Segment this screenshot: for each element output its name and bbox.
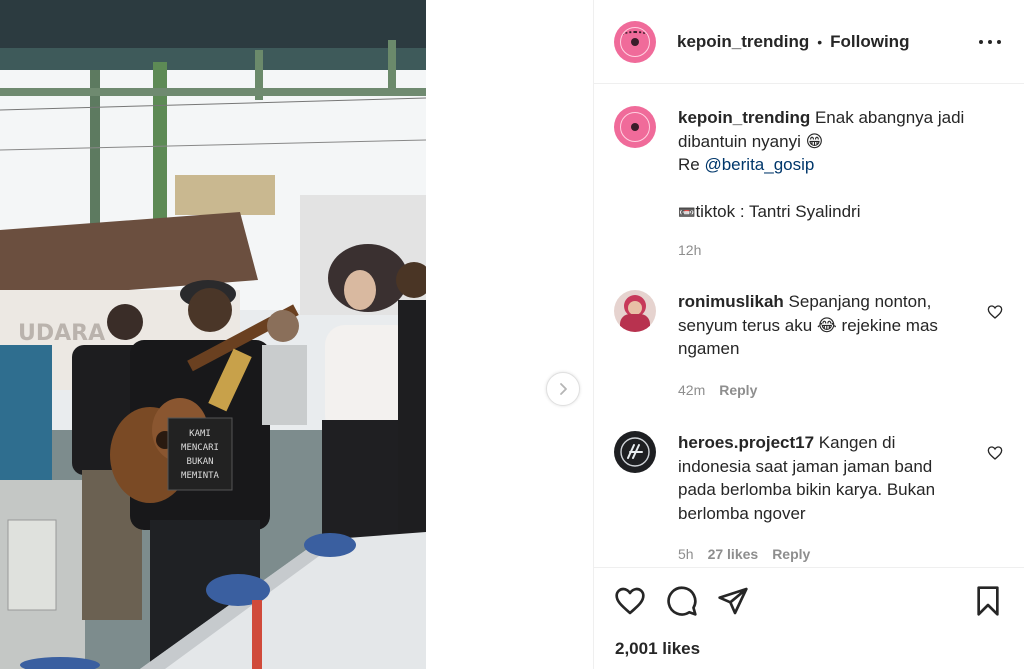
- header-separator: •: [817, 33, 823, 50]
- comments-section[interactable]: kepoin_trending Enak abangnya jadi diban…: [594, 85, 1024, 565]
- caption-text-2: dibantuin nyanyi: [678, 131, 801, 151]
- comment-likes-count[interactable]: 27 likes: [708, 543, 759, 565]
- more-horizontal-icon: [979, 39, 983, 44]
- comment-timestamp[interactable]: 42m: [678, 379, 705, 403]
- post-video[interactable]: KAMI MENCARI BUKAN MEMINTA UDARA: [0, 0, 426, 669]
- bookmark-icon[interactable]: [972, 585, 1004, 617]
- comment-text-4: berlomba ngover: [678, 503, 806, 523]
- comment-text-1: Sepanjang nonton,: [788, 292, 932, 311]
- author-avatar[interactable]: [614, 20, 656, 63]
- media-gutter: [426, 0, 593, 669]
- logo-icon: [620, 437, 650, 467]
- more-options-button[interactable]: [976, 32, 1004, 52]
- shirt-text-1: KAMI: [189, 429, 211, 439]
- caption-timestamp[interactable]: 12h: [678, 239, 701, 263]
- repost-handle-link[interactable]: @berita_gosip: [704, 155, 814, 174]
- author-username[interactable]: kepoin_trending: [677, 32, 809, 52]
- shirt-text-3: BUKAN: [186, 457, 213, 467]
- caption-emoji: 😁: [805, 131, 824, 151]
- caption: kepoin_trending Enak abangnya jadi diban…: [614, 106, 1009, 262]
- comment-text-3: pada berlomba bikin karya. Bukan: [678, 480, 936, 499]
- comment-like-heart-icon[interactable]: [987, 445, 1003, 461]
- caption-text-1: Enak abangnya jadi: [814, 108, 965, 127]
- shirt-text-2: MENCARI: [181, 443, 219, 453]
- comment-timestamp[interactable]: 5h: [678, 543, 694, 565]
- comment-text-2: indonesia saat jaman jaman band: [678, 456, 933, 476]
- next-media-button[interactable]: [546, 372, 580, 406]
- heart-icon[interactable]: [614, 585, 646, 617]
- comment-item: heroes.project17 Kangen di indonesia saa…: [614, 431, 1009, 565]
- post-header: kepoin_trending • Following: [594, 0, 1024, 84]
- likes-count[interactable]: 2,001 likes: [615, 639, 700, 659]
- reply-button[interactable]: Reply: [772, 543, 810, 565]
- commenter-avatar[interactable]: [614, 290, 656, 332]
- comment-text-3: rejekine mas: [841, 315, 938, 335]
- post-actions-bar: 2,001 likes: [594, 567, 1024, 669]
- comment-text-4: ngamen: [678, 339, 740, 358]
- comment-text-2: senyum terus aku: [678, 315, 813, 335]
- comment-icon[interactable]: [666, 585, 698, 617]
- chevron-right-icon: [560, 383, 567, 395]
- post-details-panel: kepoin_trending • Following kepoin_trend…: [593, 0, 1024, 669]
- commenter-avatar[interactable]: [614, 431, 656, 473]
- repost-prefix: Re: [678, 155, 700, 174]
- shirt-text-4: MEMINTA: [181, 471, 220, 481]
- comment-like-heart-icon[interactable]: [987, 304, 1003, 320]
- comment-item: ronimuslikah Sepanjang nonton, senyum te…: [614, 290, 1009, 402]
- send-icon[interactable]: [717, 585, 749, 617]
- following-button[interactable]: Following: [830, 32, 909, 52]
- comment-emoji: 😂: [816, 315, 837, 335]
- source-credit: tiktok : Tantri Syalindri: [695, 202, 861, 221]
- commenter-username[interactable]: ronimuslikah: [678, 292, 784, 311]
- caption-author-avatar[interactable]: [614, 106, 656, 148]
- commenter-username[interactable]: heroes.project17: [678, 433, 814, 452]
- shop-sign-text: UDARA: [18, 321, 105, 346]
- instagram-post-view: KAMI MENCARI BUKAN MEMINTA UDARA kepoin_…: [0, 0, 1024, 669]
- reply-button[interactable]: Reply: [719, 379, 757, 403]
- caption-username[interactable]: kepoin_trending: [678, 108, 810, 127]
- video-frame: KAMI MENCARI BUKAN MEMINTA UDARA: [0, 0, 426, 669]
- comment-text-1: Kangen di: [818, 433, 896, 452]
- videocassette-icon: 📼: [678, 204, 696, 220]
